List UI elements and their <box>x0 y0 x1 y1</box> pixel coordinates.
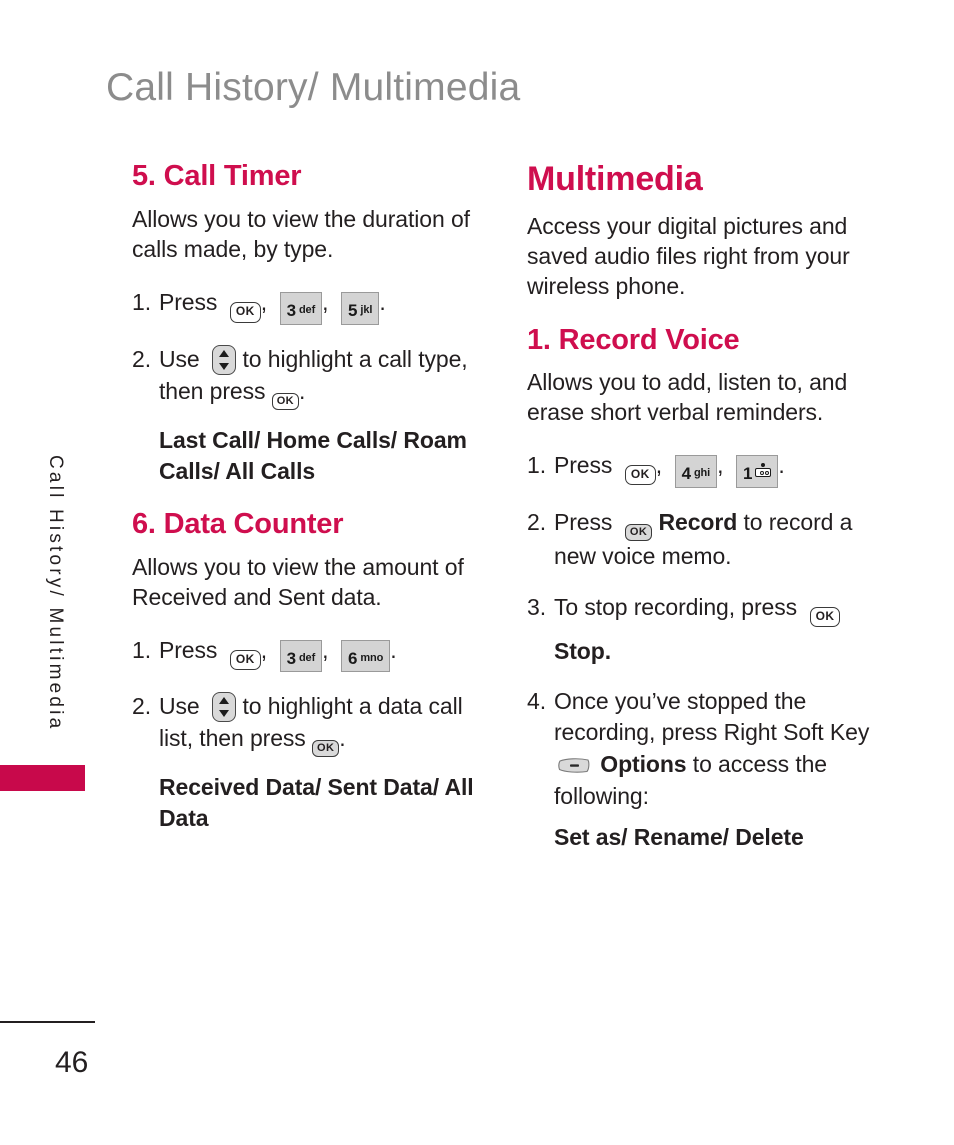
section-intro-multimedia: Access your digital pictures and saved a… <box>527 213 850 299</box>
right-soft-key-icon[interactable] <box>557 757 591 774</box>
ok-key[interactable]: OK <box>624 523 653 541</box>
keypad-key-5[interactable]: 5 jkl <box>341 292 380 325</box>
up-arrow-icon <box>219 697 230 705</box>
section-intro-record-voice: Allows you to add, listen to, and erase … <box>527 369 848 426</box>
step-body: Once you’ve stopped the recording, press… <box>554 686 879 853</box>
footer-divider <box>0 1021 95 1023</box>
sidebar-chapter-label: Call History/ Multimedia <box>45 455 66 732</box>
step-text-mid: to highlight a data call list, then pres… <box>159 693 463 752</box>
ok-key[interactable]: OK <box>229 302 261 323</box>
step-item: 1. Press OK, 3 def, 5 jkl. <box>132 287 484 325</box>
up-down-navigation-key[interactable] <box>212 692 237 723</box>
step-text: Once you’ve stopped the recording, press… <box>554 687 870 746</box>
step-body: Press OK, 4 ghi, 1. <box>554 450 879 488</box>
voicemail-icon <box>755 463 772 477</box>
key-digit: 5 <box>348 301 358 321</box>
section-intro-call-timer: Allows you to view the duration of calls… <box>132 206 470 263</box>
key-digit: 3 <box>286 301 296 321</box>
down-arrow-icon <box>219 362 230 370</box>
page-title: Call History/ Multimedia <box>106 66 521 109</box>
step-text: Press <box>554 508 613 535</box>
ok-key[interactable]: OK <box>271 392 300 410</box>
up-down-navigation-key[interactable] <box>212 344 237 375</box>
key-digit: 3 <box>286 648 296 668</box>
step-item: 4. Once you’ve stopped the recording, pr… <box>527 686 879 853</box>
key-letters: def <box>298 304 316 317</box>
key-digit: 1 <box>743 464 753 483</box>
step-text-end: . <box>390 636 397 663</box>
step-text: Press <box>159 289 218 316</box>
ok-key[interactable]: OK <box>624 465 656 486</box>
section-heading-record-voice: 1. Record Voice <box>527 323 740 356</box>
section-heading-call-timer: 5. Call Timer <box>132 160 302 192</box>
page-number: 46 <box>55 1046 89 1079</box>
step-body: To stop recording, press OK Stop. <box>554 592 879 667</box>
step-number: 1. <box>132 289 151 316</box>
menu-label-options: Options <box>600 751 687 778</box>
step-text-mid: to highlight a call type, then press <box>159 345 468 404</box>
ok-key[interactable]: OK <box>809 606 841 627</box>
section-intro-data-counter: Allows you to view the amount of Receive… <box>132 553 464 610</box>
ok-key[interactable]: OK <box>311 740 340 758</box>
option-list-data-types: Received Data/ Sent Data/ All Data <box>159 774 474 831</box>
key-letters: mno <box>360 651 384 664</box>
step-body: Press OK, 3 def, 5 jkl. <box>159 287 484 325</box>
step-number: 2. <box>527 508 546 535</box>
keypad-key-4[interactable]: 4 ghi <box>674 455 718 488</box>
step-text: Press <box>554 452 613 478</box>
key-letters: ghi <box>693 467 711 479</box>
step-number: 2. <box>132 345 151 372</box>
step-text: Use <box>159 693 200 720</box>
key-letters: jkl <box>360 304 373 317</box>
step-text: Use <box>159 345 200 372</box>
sidebar-chapter-tab: Call History/ Multimedia <box>45 455 80 775</box>
step-number: 1. <box>132 636 151 663</box>
step-item: 2. Press OK Record to record a new voice… <box>527 507 879 573</box>
step-item: 1. Press OK, 4 ghi, 1. <box>527 450 879 488</box>
menu-label-record: Record <box>658 508 738 535</box>
option-list-record-voice: Set as/ Rename/ Delete <box>554 823 804 850</box>
step-item: 2. Use to highlight a data call list, th… <box>132 691 484 758</box>
step-text: Press <box>159 636 218 663</box>
step-text-end: . <box>379 289 386 316</box>
key-digit: 4 <box>681 464 691 483</box>
step-item: 3. To stop recording, press OK Stop. <box>527 592 879 667</box>
step-body: Use to highlight a call type, then press… <box>159 344 484 410</box>
step-number: 4. <box>527 687 546 714</box>
keypad-key-1[interactable]: 1 <box>736 455 779 488</box>
step-item: 1. Press OK, 3 def, 6 mno. <box>132 635 484 673</box>
step-number: 3. <box>527 593 546 620</box>
left-column: 5. Call Timer Allows you to view the dur… <box>132 160 484 856</box>
step-number: 2. <box>132 693 151 720</box>
right-column: Multimedia Access your digital pictures … <box>527 160 879 871</box>
option-list-call-types: Last Call/ Home Calls/ Roam Calls/ All C… <box>159 426 467 484</box>
keypad-key-3[interactable]: 3 def <box>279 292 323 325</box>
step-body: Press OK, 3 def, 6 mno. <box>159 635 484 673</box>
key-letters: def <box>298 651 316 664</box>
ok-key[interactable]: OK <box>229 649 261 670</box>
down-arrow-icon <box>219 710 230 718</box>
step-body: Use to highlight a data call list, then … <box>159 691 484 758</box>
step-text-end: . <box>339 725 346 752</box>
up-arrow-icon <box>219 349 230 357</box>
menu-label-stop: Stop. <box>554 637 611 664</box>
step-text-end: . <box>299 377 306 404</box>
step-text-end: to access the following: <box>554 751 827 809</box>
section-heading-data-counter: 6. Data Counter <box>132 508 344 541</box>
key-digit: 6 <box>348 648 358 668</box>
step-item: 2. Use to highlight a call type, then pr… <box>132 344 484 410</box>
step-text-end: . <box>778 452 785 478</box>
step-number: 1. <box>527 452 546 478</box>
keypad-key-3[interactable]: 3 def <box>279 639 323 673</box>
section-heading-multimedia: Multimedia <box>527 160 703 198</box>
sidebar-chapter-marker <box>0 765 85 791</box>
step-text: To stop recording, press <box>554 593 798 620</box>
keypad-key-6[interactable]: 6 mno <box>341 639 391 673</box>
step-body: Press OK Record to record a new voice me… <box>554 507 879 573</box>
